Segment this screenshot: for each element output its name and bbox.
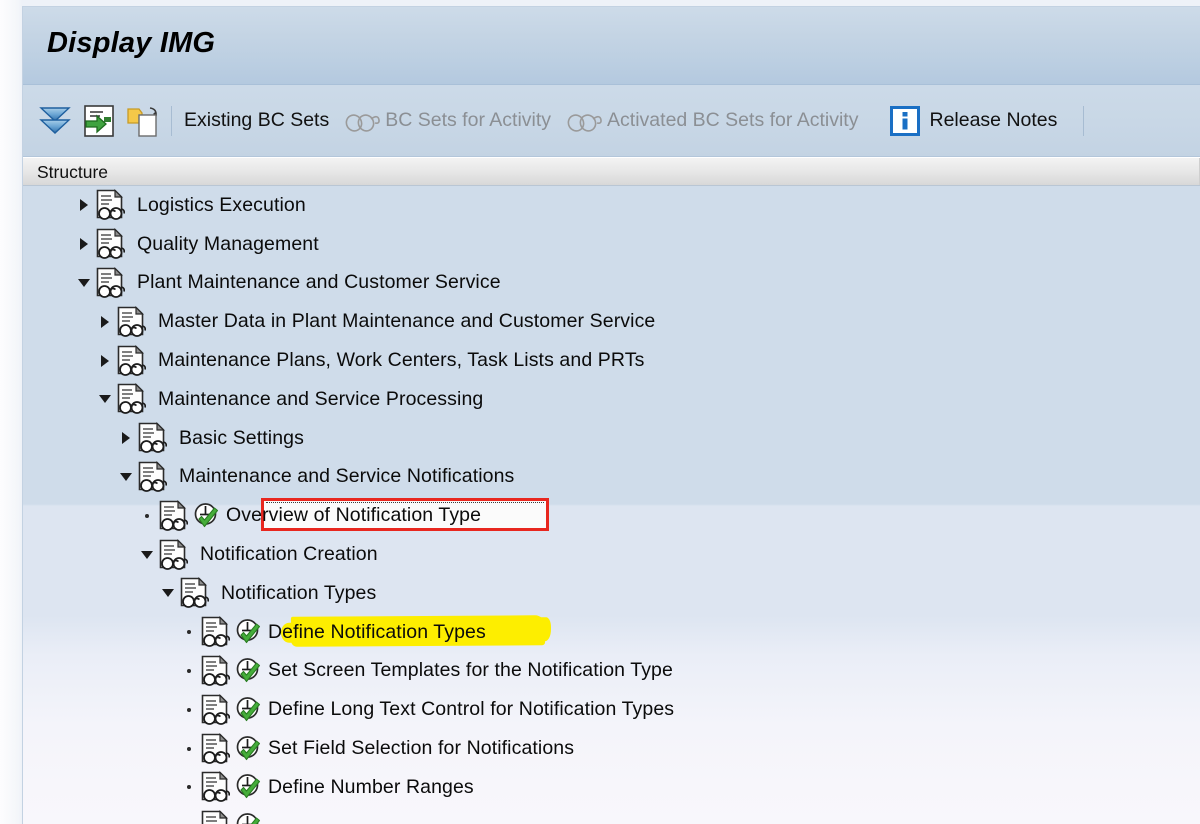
collapse-all-icon[interactable] — [33, 99, 77, 143]
img-structure-tree: Logistics Execution Quality Management P… — [23, 186, 1200, 824]
tree-row-label: Define Number Ranges — [268, 775, 474, 798]
leaf-bullet-icon — [178, 738, 200, 760]
img-folder-icon — [200, 616, 231, 648]
expand-arrow-icon[interactable] — [94, 350, 116, 372]
window-title-bar: Display IMG — [23, 7, 1200, 85]
img-folder-icon — [200, 771, 231, 803]
leaf-bullet-icon — [178, 815, 200, 824]
tree-row[interactable]: Set Screen Templates for the Notificatio… — [23, 652, 1200, 691]
img-folder-icon — [137, 422, 168, 454]
toolbar-separator-end — [1083, 105, 1085, 136]
sap-img-screen: Display IMG Existing BC Sets BC Sets for… — [0, 0, 1200, 824]
tree-row-label: Define Notification Types — [268, 620, 486, 643]
collapse-arrow-icon[interactable] — [94, 388, 116, 410]
info-icon — [890, 105, 921, 136]
tree-row[interactable]: Maintenance and Service Processing — [23, 380, 1200, 419]
tree-row[interactable]: Maintenance and Service Notifications — [23, 458, 1200, 497]
tree-row[interactable]: Plant Maintenance and Customer Service — [23, 264, 1200, 303]
activated-bc-sets-for-activity-button[interactable]: Activated BC Sets for Activity — [561, 104, 868, 138]
img-folder-icon — [95, 267, 126, 299]
tree-row[interactable]: Overview of Notification Type — [23, 496, 1200, 535]
expand-arrow-icon[interactable] — [73, 233, 95, 255]
tree-row[interactable]: Maintenance Plans, Work Centers, Task Li… — [23, 341, 1200, 380]
release-notes-label: Release Notes — [929, 109, 1058, 131]
img-activity-executed-icon[interactable] — [234, 734, 264, 764]
tree-row-label: Maintenance and Service Notifications — [179, 465, 515, 488]
tree-row[interactable]: Set Field Selection for Notifications — [23, 729, 1200, 768]
page-title: Display IMG — [47, 27, 216, 59]
leaf-bullet-icon — [136, 505, 158, 527]
tree-row-label: Set Field Selection for Notifications — [268, 737, 575, 760]
tree-row[interactable]: Define Notification Types — [23, 613, 1200, 652]
tree-row-label: Notification Types — [221, 581, 377, 604]
collapse-arrow-icon[interactable] — [115, 466, 137, 488]
collapse-arrow-icon[interactable] — [73, 272, 95, 294]
bc-sets-for-activity-button[interactable]: BC Sets for Activity — [339, 104, 561, 138]
structure-header-label: Structure — [37, 162, 108, 182]
tree-row[interactable]: Logistics Execution — [23, 186, 1200, 225]
tree-row-label: Quality Management — [137, 232, 319, 255]
img-folder-icon — [137, 461, 168, 493]
collapse-arrow-icon[interactable] — [157, 582, 179, 604]
img-activity-executed-icon[interactable] — [192, 501, 222, 531]
tree-row-label: Set Screen Templates for the Notificatio… — [268, 659, 673, 682]
structure-column-header[interactable]: Structure — [23, 157, 1200, 186]
leaf-bullet-icon — [178, 776, 200, 798]
leaf-bullet-icon — [178, 699, 200, 721]
img-activity-executed-icon[interactable] — [234, 695, 264, 725]
img-activity-executed-icon[interactable] — [234, 811, 264, 824]
expand-arrow-icon[interactable] — [73, 194, 95, 216]
img-folder-icon — [116, 383, 147, 415]
tree-row[interactable]: Define Long Text Control for Notificatio… — [23, 690, 1200, 729]
activated-bc-sets-for-activity-label: Activated BC Sets for Activity — [607, 109, 859, 131]
img-folder-icon — [158, 538, 189, 571]
img-activity-executed-icon[interactable] — [234, 656, 264, 686]
img-folder-icon — [95, 189, 126, 221]
img-folder-icon — [200, 693, 231, 726]
tree-row-label: Define Long Text Control for Notificatio… — [268, 698, 675, 721]
bc-sets-for-activity-label: BC Sets for Activity — [385, 109, 552, 131]
tree-row-label: Logistics Execution — [137, 193, 306, 216]
img-folder-icon — [200, 655, 231, 687]
collapse-arrow-icon[interactable] — [136, 544, 158, 566]
existing-bc-sets-button[interactable]: Existing BC Sets — [180, 105, 339, 136]
tree-row[interactable]: Notification Types — [23, 574, 1200, 613]
tree-row-label: Basic Settings — [179, 426, 304, 449]
tree-row[interactable]: Notification Creation — [23, 535, 1200, 574]
release-notes-button[interactable]: Release Notes — [886, 102, 1067, 140]
tree-row[interactable]: Quality Management — [23, 225, 1200, 264]
leaf-bullet-icon — [178, 621, 200, 643]
tree-row[interactable]: Basic Settings — [23, 419, 1200, 458]
img-folder-icon — [200, 732, 231, 765]
display-img-window: Display IMG Existing BC Sets BC Sets for… — [22, 6, 1200, 824]
tree-row[interactable]: Master Data in Plant Maintenance and Cus… — [23, 302, 1200, 341]
img-folder-icon — [200, 810, 230, 824]
img-folder-icon — [158, 499, 189, 532]
bc-sets-icon — [343, 108, 383, 134]
expand-node-icon[interactable] — [77, 99, 121, 143]
expand-arrow-icon[interactable] — [115, 427, 137, 449]
img-folder-icon — [116, 344, 147, 377]
tree-row[interactable]: Define Number Ranges — [23, 768, 1200, 807]
img-activity-executed-icon[interactable] — [234, 772, 264, 802]
img-folder-icon — [95, 228, 126, 260]
img-folder-icon — [179, 577, 210, 609]
img-activity-executed-icon[interactable] — [234, 617, 264, 647]
leaf-bullet-icon — [178, 660, 200, 682]
tree-row-label: Master Data in Plant Maintenance and Cus… — [158, 310, 656, 333]
tree-row-label: Notification Creation — [200, 543, 378, 566]
copy-folder-icon[interactable] — [121, 99, 165, 143]
bc-sets-icon — [565, 108, 605, 134]
tree-row-label: Overview of Notification Type — [226, 504, 482, 527]
tree-row-label: Maintenance and Service Processing — [158, 387, 484, 410]
toolbar-separator — [171, 105, 172, 136]
tree-row-label: Plant Maintenance and Customer Service — [137, 271, 501, 294]
existing-bc-sets-label: Existing BC Sets — [184, 109, 330, 131]
tree-row-label: Maintenance Plans, Work Centers, Task Li… — [158, 349, 645, 372]
application-toolbar: Existing BC Sets BC Sets for Activity Ac… — [23, 85, 1200, 157]
tree-row[interactable] — [23, 807, 1200, 824]
expand-arrow-icon[interactable] — [94, 311, 116, 333]
img-folder-icon — [116, 305, 147, 338]
